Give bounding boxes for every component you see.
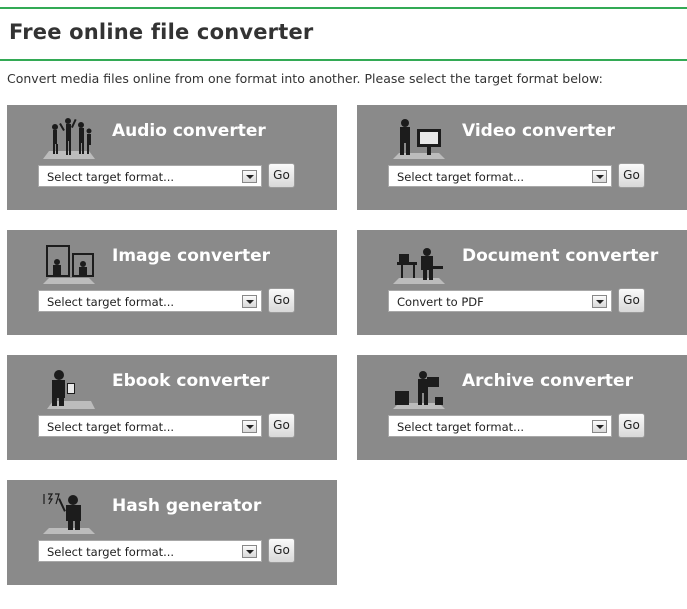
header-rule-bottom bbox=[0, 59, 687, 61]
target-format-select[interactable]: Select target format... bbox=[388, 415, 612, 437]
dropdown-arrow-icon[interactable] bbox=[242, 545, 257, 558]
go-button[interactable]: Go bbox=[268, 163, 295, 188]
card-title: Archive converter bbox=[462, 371, 633, 391]
dropdown-arrow-icon[interactable] bbox=[592, 170, 607, 183]
go-button[interactable]: Go bbox=[268, 288, 295, 313]
card-title: Document converter bbox=[462, 246, 659, 266]
dropdown-arrow-icon[interactable] bbox=[592, 295, 607, 308]
target-format-select[interactable]: Select target format... bbox=[38, 290, 262, 312]
go-button[interactable]: Go bbox=[618, 288, 645, 313]
ebook-converter-card: Ebook converter Select target format... … bbox=[7, 355, 337, 460]
card-title: Image converter bbox=[112, 246, 271, 266]
target-format-select[interactable]: Select target format... bbox=[38, 540, 262, 562]
picture-frames-icon bbox=[43, 245, 95, 284]
dancers-icon bbox=[43, 118, 95, 159]
target-format-select[interactable]: Convert to PDF bbox=[388, 290, 612, 312]
select-value: Select target format... bbox=[47, 420, 175, 434]
page: Free online file converter Convert media… bbox=[0, 0, 687, 609]
go-button[interactable]: Go bbox=[618, 413, 645, 438]
target-format-select[interactable]: Select target format... bbox=[38, 165, 262, 187]
select-value: Select target format... bbox=[397, 420, 525, 434]
audio-converter-card: Audio converter Select target format... … bbox=[7, 105, 337, 210]
select-value: Select target format... bbox=[47, 170, 175, 184]
image-converter-card: Image converter Select target format... … bbox=[7, 230, 337, 335]
dropdown-arrow-icon[interactable] bbox=[242, 420, 257, 433]
select-value: Select target format... bbox=[397, 170, 525, 184]
page-title: Free online file converter bbox=[9, 20, 314, 44]
select-value: Select target format... bbox=[47, 295, 175, 309]
video-viewer-icon bbox=[393, 119, 445, 159]
hash-writer-icon bbox=[43, 493, 95, 534]
header-rule-top bbox=[0, 7, 687, 9]
target-format-select[interactable]: Select target format... bbox=[38, 415, 262, 437]
card-title: Video converter bbox=[462, 121, 615, 141]
hash-generator-card: Hash generator Select target format... G… bbox=[7, 480, 337, 585]
target-format-select[interactable]: Select target format... bbox=[388, 165, 612, 187]
archive-converter-card: Archive converter Select target format..… bbox=[357, 355, 687, 460]
go-button[interactable]: Go bbox=[268, 413, 295, 438]
dropdown-arrow-icon[interactable] bbox=[592, 420, 607, 433]
document-converter-card: Document converter Convert to PDF Go bbox=[357, 230, 687, 335]
card-title: Ebook converter bbox=[112, 371, 270, 391]
reader-icon bbox=[47, 370, 95, 409]
go-button[interactable]: Go bbox=[618, 163, 645, 188]
dropdown-arrow-icon[interactable] bbox=[242, 170, 257, 183]
dropdown-arrow-icon[interactable] bbox=[242, 295, 257, 308]
intro-text: Convert media files online from one form… bbox=[7, 71, 603, 86]
card-title: Audio converter bbox=[112, 121, 266, 141]
select-value: Select target format... bbox=[47, 545, 175, 559]
go-button[interactable]: Go bbox=[268, 538, 295, 563]
select-value: Convert to PDF bbox=[397, 295, 484, 309]
desk-worker-icon bbox=[393, 248, 445, 284]
video-converter-card: Video converter Select target format... … bbox=[357, 105, 687, 210]
card-title: Hash generator bbox=[112, 496, 262, 516]
box-carrier-icon bbox=[393, 371, 445, 409]
